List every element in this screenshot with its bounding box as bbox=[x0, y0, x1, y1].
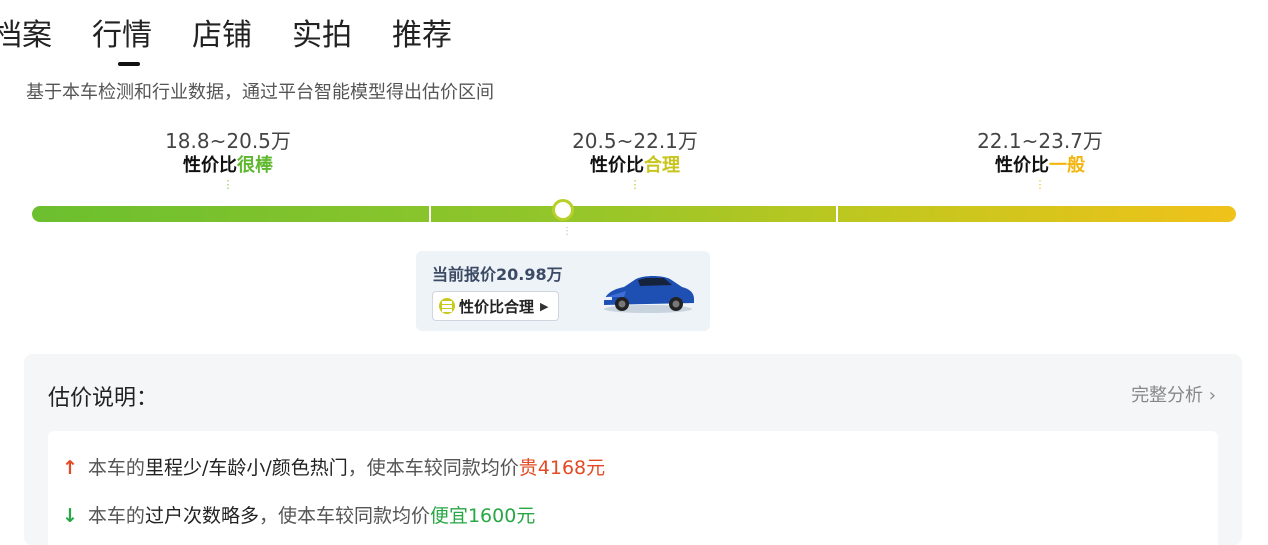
current-price-marker bbox=[552, 199, 574, 221]
row-middle: ，使本车较同款均价 bbox=[347, 457, 519, 479]
row-prefix: 本车的 bbox=[87, 505, 145, 527]
row-factor: 过户次数略多 bbox=[144, 505, 259, 527]
full-analysis-link[interactable]: 完整分析 › bbox=[1131, 381, 1216, 407]
level-value: 很棒 bbox=[237, 155, 273, 176]
current-price-card: 当前报价20.98万 性价比合理 ▶ bbox=[416, 251, 710, 331]
play-arrow-icon: ▶ bbox=[540, 299, 549, 313]
dotted-connector: ⋮ bbox=[629, 178, 641, 191]
list-item: ↑ 本车的里程少/车龄小/颜色热门，使本车较同款均价贵4168元 bbox=[62, 453, 605, 480]
arrow-up-icon: ↑ bbox=[62, 457, 78, 479]
level-prefix: 性价比 bbox=[995, 155, 1049, 176]
list-item: ↓ 本车的过户次数略多，使本车较同款均价便宜1600元 bbox=[62, 501, 535, 528]
dotted-connector: ⋮ bbox=[222, 178, 234, 191]
full-analysis-label: 完整分析 bbox=[1131, 385, 1204, 406]
row-price-delta: 贵4168元 bbox=[518, 457, 606, 479]
current-price-label: 当前报价20.98万 bbox=[432, 265, 563, 284]
tab-archive[interactable]: 档案 bbox=[0, 14, 52, 58]
range-level: 性价比合理 bbox=[515, 154, 755, 178]
marker-connector: ⋮ bbox=[562, 226, 572, 237]
row-factor: 里程少/车龄小/颜色热门 bbox=[144, 457, 348, 479]
explanation-list: ↑ 本车的里程少/车龄小/颜色热门，使本车较同款均价贵4168元 ↓ 本车的过户次数… bbox=[48, 431, 1218, 545]
tab-store[interactable]: 店铺 bbox=[192, 14, 252, 58]
tab-bar: 档案 行情 店铺 实拍 推荐 bbox=[0, 14, 492, 66]
value-rating-label: 性价比合理 bbox=[459, 297, 535, 316]
bar-separator bbox=[429, 206, 431, 222]
row-price-delta: 便宜1600元 bbox=[429, 505, 536, 527]
tab-recommend[interactable]: 推荐 bbox=[392, 14, 452, 58]
equal-circle-icon bbox=[439, 298, 455, 314]
range-level: 性价比很棒 bbox=[108, 154, 348, 178]
level-value: 一般 bbox=[1049, 155, 1085, 176]
valuation-subtitle: 基于本车检测和行业数据，通过平台智能模型得出估价区间 bbox=[26, 82, 494, 103]
explanation-title: 估价说明： bbox=[48, 386, 159, 411]
dotted-connector: ⋮ bbox=[1034, 178, 1046, 191]
value-rating-button[interactable]: 性价比合理 ▶ bbox=[432, 291, 560, 321]
row-middle: ，使本车较同款均价 bbox=[258, 505, 430, 527]
level-prefix: 性价比 bbox=[590, 155, 644, 176]
chevron-right-icon: › bbox=[1208, 385, 1216, 406]
range-price: 22.1~23.7万 bbox=[977, 129, 1103, 153]
tab-market[interactable]: 行情 bbox=[92, 14, 152, 66]
arrow-down-icon: ↓ bbox=[62, 505, 78, 527]
bar-separator bbox=[836, 206, 838, 222]
range-level: 性价比一般 bbox=[920, 154, 1160, 178]
range-price: 20.5~22.1万 bbox=[572, 129, 698, 153]
tab-photos[interactable]: 实拍 bbox=[292, 14, 352, 58]
price-range-bar bbox=[32, 199, 1236, 222]
valuation-explanation-panel: 估价说明： 完整分析 › ↑ 本车的里程少/车龄小/颜色热门，使本车较同款均价贵4… bbox=[24, 354, 1242, 545]
level-value: 合理 bbox=[644, 155, 680, 176]
level-prefix: 性价比 bbox=[183, 155, 237, 176]
range-price: 18.8~20.5万 bbox=[165, 129, 291, 153]
row-prefix: 本车的 bbox=[87, 457, 145, 479]
range-reasonable: 20.5~22.1万 性价比合理 ⋮ bbox=[515, 128, 755, 190]
range-great: 18.8~20.5万 性价比很棒 ⋮ bbox=[108, 128, 348, 190]
car-image bbox=[604, 276, 694, 313]
range-average: 22.1~23.7万 性价比一般 ⋮ bbox=[920, 128, 1160, 190]
